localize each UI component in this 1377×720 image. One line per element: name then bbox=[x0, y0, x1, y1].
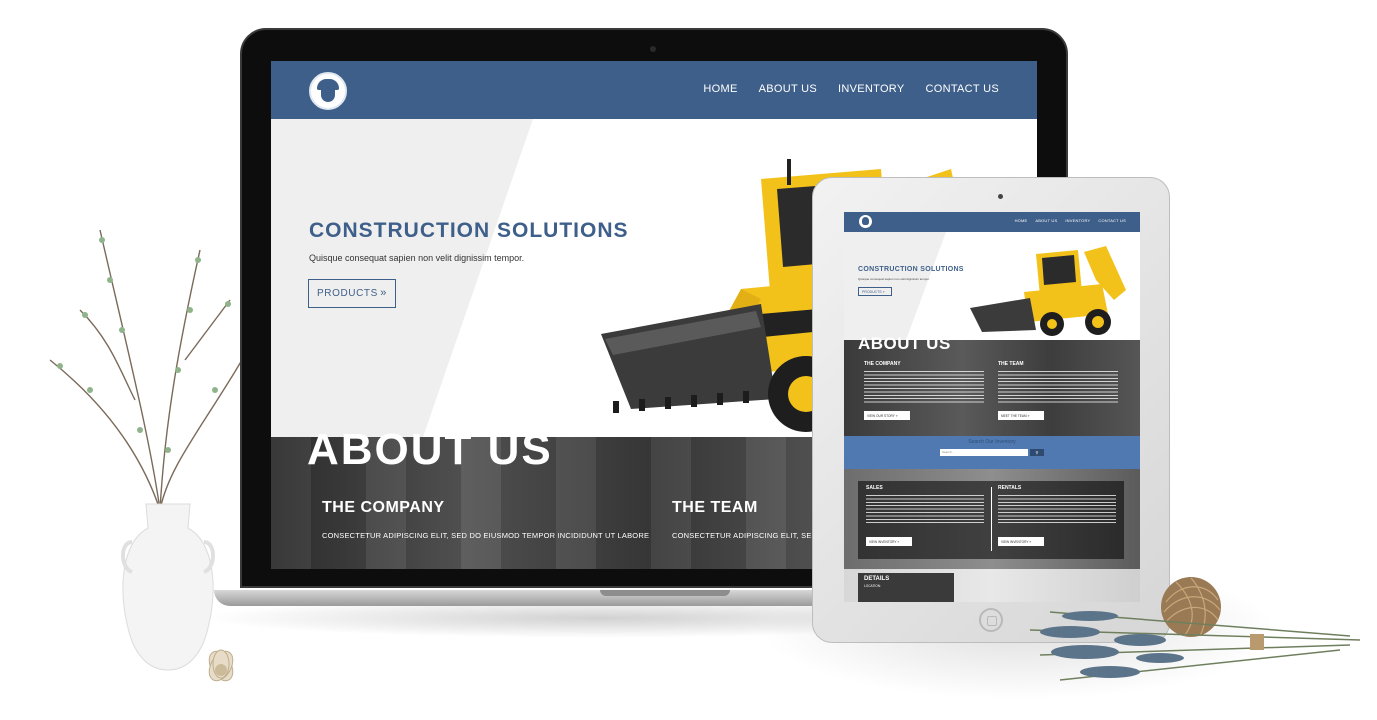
tablet-screen: HOME ABOUT US INVENTORY CONTACT US CONST… bbox=[844, 212, 1140, 602]
the-company-column: THE COMPANY CONSECTETUR ADIPISCING ELIT,… bbox=[322, 499, 649, 540]
inventory-search-input[interactable]: Search... bbox=[940, 449, 1028, 456]
nav-about-us[interactable]: ABOUT US bbox=[759, 83, 817, 95]
rentals-heading: RENTALS bbox=[998, 485, 1022, 491]
laptop-notch bbox=[600, 590, 730, 596]
meet-the-team-button[interactable]: MEET THE TEAM » bbox=[998, 411, 1044, 420]
hero-title: CONSTRUCTION SOLUTIONS bbox=[309, 219, 629, 242]
the-company-text: CONSECTETUR ADIPISCING ELIT, SED DO EIUS… bbox=[322, 531, 650, 540]
tablet-products-button[interactable]: PRODUCTS » bbox=[858, 287, 892, 296]
worker-logo-icon[interactable] bbox=[309, 72, 347, 110]
products-button-label: PRODUCTS bbox=[317, 288, 378, 299]
tablet-company-heading: THE COMPANY bbox=[864, 361, 901, 367]
about-title: ABOUT US bbox=[307, 425, 553, 474]
sales-rentals-section: SALES VIEW INVENTORY » RENTALS VIEW INVE… bbox=[844, 469, 1140, 569]
tablet-team-text bbox=[998, 371, 1118, 405]
rentals-view-inventory-button[interactable]: VIEW INVENTORY » bbox=[998, 537, 1044, 546]
tablet-company-column: THE COMPANY VIEW OUR STORY » bbox=[864, 361, 984, 420]
tablet-nav-home[interactable]: HOME bbox=[1015, 218, 1028, 223]
inventory-search-bar: Search Our Inventory Search... ⚲ bbox=[844, 436, 1140, 469]
hero-subtitle: Quisque consequat sapien non velit digni… bbox=[309, 253, 525, 263]
nav-contact-us[interactable]: CONTACT US bbox=[926, 83, 1000, 95]
the-team-text: CONSECTETUR ADIPISCING ELIT, SED D bbox=[672, 531, 826, 540]
details-location-label: LOCATION: bbox=[864, 584, 881, 588]
tablet-team-column: THE TEAM MEET THE TEAM » bbox=[998, 361, 1118, 420]
main-nav: HOME ABOUT US INVENTORY CONTACT US bbox=[703, 83, 999, 95]
tablet-team-heading: THE TEAM bbox=[998, 361, 1024, 367]
sales-heading: SALES bbox=[866, 485, 883, 491]
tablet-hero-subtitle: Quisque consequat sapien non velit digni… bbox=[858, 277, 930, 281]
site-header: HOME ABOUT US INVENTORY CONTACT US bbox=[271, 61, 1037, 119]
lavender-bundle-decoration bbox=[1030, 611, 1361, 681]
the-team-column: THE TEAM CONSECTETUR ADIPISCING ELIT, SE… bbox=[672, 499, 825, 540]
nav-home[interactable]: HOME bbox=[703, 83, 737, 95]
view-our-story-button[interactable]: VIEW OUR STORY » bbox=[864, 411, 910, 420]
tablet-hero-title: CONSTRUCTION SOLUTIONS bbox=[858, 266, 964, 273]
dried-flower-decoration bbox=[208, 649, 234, 682]
the-team-heading: THE TEAM bbox=[672, 499, 758, 516]
tablet-home-button[interactable] bbox=[979, 608, 1003, 632]
chevron-right-icon: » bbox=[380, 287, 387, 299]
tablet-about-section: ABOUT US THE COMPANY VIEW OUR STORY » TH… bbox=[844, 334, 1140, 436]
details-card: DETAILS LOCATION: bbox=[858, 573, 954, 602]
tablet-worker-logo-icon[interactable] bbox=[859, 215, 872, 228]
location-map[interactable]: DETAILS LOCATION: bbox=[844, 569, 1140, 602]
tablet-site-header: HOME ABOUT US INVENTORY CONTACT US bbox=[844, 212, 1140, 232]
rentals-text bbox=[998, 495, 1116, 523]
sales-column: SALES VIEW INVENTORY » bbox=[866, 485, 984, 546]
tablet-nav-inventory[interactable]: INVENTORY bbox=[1065, 218, 1090, 223]
branches-decoration bbox=[49, 229, 266, 511]
tablet-company-text bbox=[864, 371, 984, 405]
nav-inventory[interactable]: INVENTORY bbox=[838, 83, 904, 95]
tablet-camera bbox=[998, 194, 1003, 199]
tablet-nav-about-us[interactable]: ABOUT US bbox=[1035, 218, 1057, 223]
tablet-main-nav: HOME ABOUT US INVENTORY CONTACT US bbox=[1015, 218, 1126, 223]
laptop-camera bbox=[650, 46, 656, 52]
sales-rentals-divider bbox=[991, 487, 992, 551]
sales-view-inventory-button[interactable]: VIEW INVENTORY » bbox=[866, 537, 912, 546]
products-button[interactable]: PRODUCTS » bbox=[308, 279, 396, 308]
the-company-heading: THE COMPANY bbox=[322, 499, 445, 516]
tablet-backhoe-loader-image bbox=[970, 246, 1126, 336]
search-label: Search Our Inventory bbox=[968, 439, 1016, 445]
tablet-nav-contact-us[interactable]: CONTACT US bbox=[1098, 218, 1126, 223]
search-icon[interactable]: ⚲ bbox=[1030, 449, 1044, 456]
sales-text bbox=[866, 495, 984, 523]
details-heading: DETAILS bbox=[864, 576, 890, 582]
rentals-column: RENTALS VIEW INVENTORY » bbox=[998, 485, 1116, 546]
tablet-about-title: ABOUT US bbox=[858, 334, 951, 353]
tablet-hero-section: CONSTRUCTION SOLUTIONS Quisque consequat… bbox=[844, 232, 1140, 340]
